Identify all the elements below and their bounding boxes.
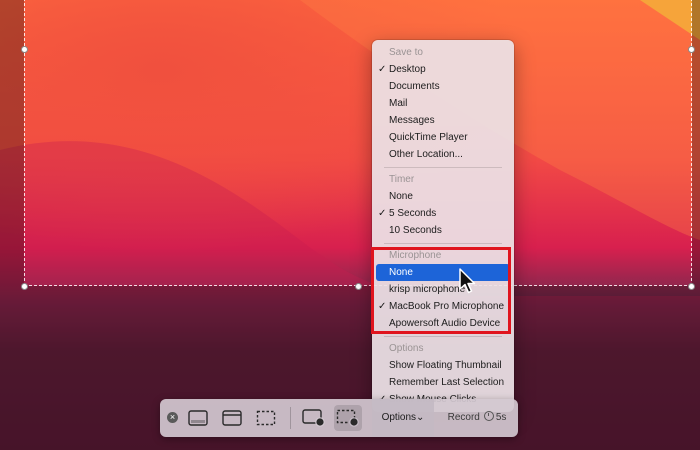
capture-selected-portion-button[interactable] (252, 405, 280, 431)
record-entire-screen-button[interactable] (300, 405, 328, 431)
menu-header-save-to: Save to (389, 47, 423, 58)
annotation-highlight-box (371, 247, 511, 334)
mouse-pointer-icon (459, 268, 476, 294)
checkmark-icon: ✓ (378, 64, 387, 75)
menu-item-other-location[interactable]: Other Location... (376, 146, 510, 163)
capture-entire-screen-button[interactable] (184, 405, 212, 431)
screenshot-toolbar: × Options⌄ Record 5s (160, 399, 518, 437)
capture-selected-window-button[interactable] (218, 405, 246, 431)
record-button[interactable]: Record 5s (436, 399, 518, 437)
menu-header-options: Options (389, 343, 424, 354)
menu-item-timer-none[interactable]: None (376, 188, 510, 205)
record-selected-portion-icon (336, 409, 359, 427)
dimmed-area-left (0, 0, 24, 450)
selection-handle-bottom-middle[interactable] (355, 283, 362, 290)
selection-handle-right-middle[interactable] (688, 46, 695, 53)
menu-item-label: 5 Seconds (389, 208, 437, 219)
menu-item-documents[interactable]: Documents (376, 78, 510, 95)
capture-selected-portion-icon (256, 410, 276, 426)
menu-item-5-seconds[interactable]: ✓ 5 Seconds (376, 205, 510, 222)
menu-item-mail[interactable]: Mail (376, 95, 510, 112)
menu-separator (384, 336, 502, 337)
record-label: Record (447, 412, 480, 423)
menu-item-label: 10 Seconds (389, 225, 442, 236)
record-timer-value: 5s (495, 412, 507, 423)
capture-selection-rectangle[interactable] (24, 0, 692, 286)
menu-item-label: Desktop (389, 64, 426, 75)
menu-item-desktop[interactable]: ✓ Desktop (376, 61, 510, 78)
menu-item-show-floating-thumbnail[interactable]: Show Floating Thumbnail (376, 357, 510, 374)
options-menu: Save to ✓ Desktop Documents Mail Messages… (372, 40, 514, 412)
selection-handle-bottom-right[interactable] (688, 283, 695, 290)
capture-entire-screen-icon (188, 410, 208, 426)
menu-item-label: Other Location... (389, 149, 463, 160)
menu-item-label: Documents (389, 81, 440, 92)
toolbar-divider (290, 407, 291, 429)
selection-handle-left-middle[interactable] (21, 46, 28, 53)
menu-item-label: Remember Last Selection (389, 377, 505, 388)
menu-header-timer: Timer (389, 174, 415, 185)
timer-icon (483, 411, 494, 421)
record-selected-portion-button[interactable] (334, 405, 362, 431)
menu-item-label: Mail (389, 98, 408, 109)
menu-separator (384, 243, 502, 244)
record-entire-screen-icon (302, 409, 325, 427)
menu-item-label: Show Floating Thumbnail (389, 360, 502, 371)
menu-item-label: Messages (389, 115, 435, 126)
options-button[interactable]: Options⌄ (372, 399, 434, 437)
selection-handle-bottom-left[interactable] (21, 283, 28, 290)
menu-item-label: QuickTime Player (389, 132, 468, 143)
capture-selected-window-icon (222, 410, 242, 426)
menu-separator (384, 167, 502, 168)
menu-item-10-seconds[interactable]: 10 Seconds (376, 222, 510, 239)
dimmed-area-right (692, 0, 700, 450)
checkmark-icon: ✓ (378, 208, 387, 219)
menu-item-remember-last-selection[interactable]: Remember Last Selection (376, 374, 510, 391)
close-icon[interactable]: × (167, 412, 178, 423)
menu-item-messages[interactable]: Messages (376, 112, 510, 129)
menu-item-quicktime-player[interactable]: QuickTime Player (376, 129, 510, 146)
menu-item-label: None (389, 191, 413, 202)
